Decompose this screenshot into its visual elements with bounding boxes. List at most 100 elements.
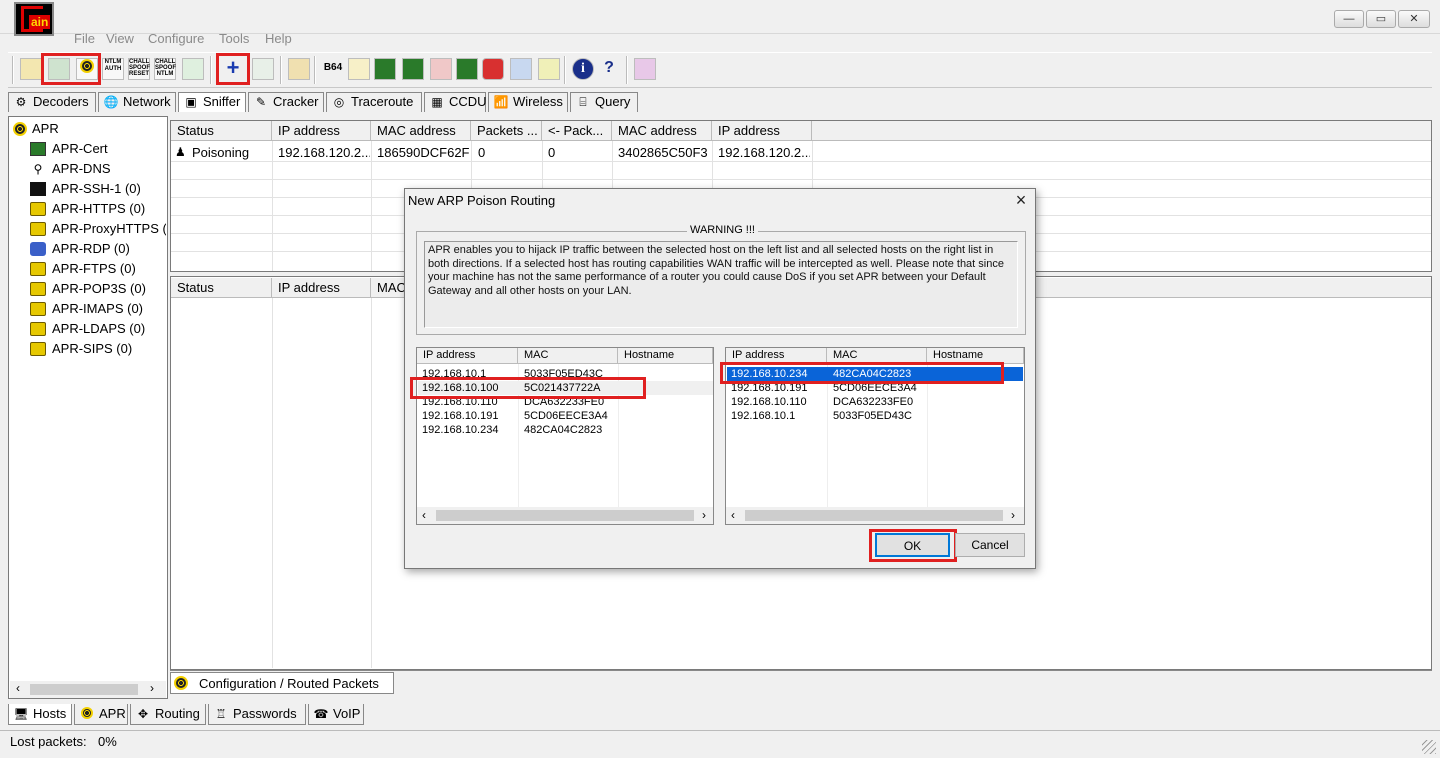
col-packets-out[interactable]: Packets ... bbox=[471, 121, 542, 141]
tab-label: Passwords bbox=[233, 706, 297, 721]
tab-traceroute[interactable]: ◎ Traceroute bbox=[326, 92, 422, 112]
tab-wireless[interactable]: 📶 Wireless bbox=[488, 92, 568, 112]
lock-icon bbox=[30, 322, 46, 336]
left-host-row[interactable]: 192.168.10.234 482CA04C2823 bbox=[418, 423, 713, 437]
tree-root-apr[interactable]: APR bbox=[32, 121, 59, 136]
chall-spoof-ntlm-icon[interactable]: CHALL SPOOF NTLM bbox=[154, 58, 176, 80]
scroll-thumb[interactable] bbox=[30, 684, 138, 695]
highlight-right-selection bbox=[720, 362, 1004, 384]
maximize-button[interactable]: ▭ bbox=[1366, 10, 1396, 28]
delete-icon[interactable] bbox=[252, 58, 274, 80]
menu-configure[interactable]: Configure bbox=[148, 31, 204, 46]
dialog-close-icon[interactable]: × bbox=[1012, 191, 1030, 209]
tab-label: VoIP bbox=[333, 706, 361, 721]
hash-calc-icon[interactable] bbox=[374, 58, 396, 80]
menu-help[interactable]: Help bbox=[265, 31, 292, 46]
tree-item-apr-ftps[interactable]: APR-FTPS (0) bbox=[52, 261, 136, 276]
info-icon[interactable]: i bbox=[572, 58, 594, 80]
scroll-right-icon[interactable]: › bbox=[150, 681, 154, 695]
chall-spoof-reset-icon[interactable]: CHALL SPOOF RESET bbox=[128, 58, 150, 80]
row-status[interactable]: Poisoning bbox=[192, 145, 249, 160]
grid-line bbox=[371, 298, 372, 668]
toolbar-separator bbox=[280, 56, 282, 84]
col-packets-in[interactable]: <- Pack... bbox=[542, 121, 612, 141]
wireless-icon[interactable] bbox=[510, 58, 532, 80]
left-host-row[interactable]: 192.168.10.191 5CD06EECE3A4 bbox=[418, 409, 713, 423]
col-ip-address[interactable]: IP address bbox=[272, 121, 371, 141]
tab-query[interactable]: ⌸ Query bbox=[570, 92, 638, 112]
col-ip-address-2[interactable]: IP address bbox=[712, 121, 812, 141]
tree-item-apr-rdp[interactable]: APR-RDP (0) bbox=[52, 241, 130, 256]
terminal-icon[interactable] bbox=[456, 58, 478, 80]
tab-ccdu[interactable]: ▦ CCDU bbox=[424, 92, 487, 112]
tab-decoders[interactable]: ⚙ Decoders bbox=[8, 92, 96, 112]
base64-icon[interactable]: B64 bbox=[322, 58, 344, 80]
password-icon[interactable] bbox=[538, 58, 560, 80]
query-icon: ⌸ bbox=[579, 95, 587, 109]
col-status[interactable]: Status bbox=[171, 121, 272, 141]
cancel-button[interactable]: Cancel bbox=[955, 533, 1025, 557]
left-col-mac[interactable]: MAC bbox=[518, 348, 618, 364]
tree-item-apr-ssh[interactable]: APR-SSH-1 (0) bbox=[52, 181, 141, 196]
tree-item-apr-https[interactable]: APR-HTTPS (0) bbox=[52, 201, 145, 216]
tree-item-apr-sips[interactable]: APR-SIPS (0) bbox=[52, 341, 132, 356]
row-mac: 5033F05ED43C bbox=[833, 410, 912, 422]
tree-item-apr-proxyhttps[interactable]: APR-ProxyHTTPS (0 bbox=[52, 221, 166, 236]
scroll-left-icon[interactable]: ‹ bbox=[422, 508, 426, 522]
row-ip[interactable]: 192.168.120.2... bbox=[278, 145, 370, 160]
tab-sniffer[interactable]: ▣ Sniffer bbox=[178, 92, 246, 112]
ntlm-auth-icon[interactable]: NTLM AUTH bbox=[102, 58, 124, 80]
tree-item-apr-ldaps[interactable]: APR-LDAPS (0) bbox=[52, 321, 145, 336]
scroll-right-icon[interactable]: › bbox=[702, 508, 706, 522]
tab-voip[interactable]: ☎ VoIP bbox=[308, 704, 364, 725]
tree-item-apr-imaps[interactable]: APR-IMAPS (0) bbox=[52, 301, 143, 316]
close-window-button[interactable]: ✕ bbox=[1398, 10, 1430, 28]
col-mac-address[interactable]: MAC address bbox=[371, 121, 471, 141]
scroll-right-icon[interactable]: › bbox=[1011, 508, 1015, 522]
export-icon[interactable] bbox=[182, 58, 204, 80]
menu-tools[interactable]: Tools bbox=[219, 31, 249, 46]
left-col-hostname[interactable]: Hostname bbox=[618, 348, 713, 364]
row-packets-out[interactable]: 0 bbox=[478, 145, 485, 160]
scroll-left-icon[interactable]: ‹ bbox=[16, 681, 20, 695]
resize-grip-icon[interactable] bbox=[1422, 740, 1436, 754]
help-icon[interactable]: ? bbox=[598, 58, 620, 80]
scroll-left-icon[interactable]: ‹ bbox=[731, 508, 735, 522]
tree-item-apr-dns[interactable]: APR-DNS bbox=[52, 161, 111, 176]
minimize-button[interactable]: — bbox=[1334, 10, 1364, 28]
col-mac-address-2[interactable]: MAC address bbox=[612, 121, 712, 141]
scroll-thumb[interactable] bbox=[745, 510, 1003, 521]
title-bar bbox=[0, 0, 1440, 34]
network-card-icon[interactable] bbox=[482, 58, 504, 80]
left-col-ip[interactable]: IP address bbox=[417, 348, 518, 364]
row-ip-2[interactable]: 192.168.120.2... bbox=[718, 145, 810, 160]
lock-icon bbox=[30, 282, 46, 296]
key-icon[interactable] bbox=[348, 58, 370, 80]
scroll-thumb[interactable] bbox=[436, 510, 694, 521]
tree-item-apr-cert[interactable]: APR-Cert bbox=[52, 141, 108, 156]
menu-file[interactable]: File bbox=[74, 31, 95, 46]
row-mac[interactable]: 186590DCF62F bbox=[377, 145, 470, 160]
lock-icon bbox=[30, 342, 46, 356]
row-packets-in[interactable]: 0 bbox=[548, 145, 555, 160]
tree-item-apr-pop3s[interactable]: APR-POP3S (0) bbox=[52, 281, 146, 296]
tab-passwords[interactable]: ♖ Passwords bbox=[208, 704, 306, 725]
tab-network[interactable]: 🌐 Network bbox=[98, 92, 176, 112]
tab-routing[interactable]: ✥ Routing bbox=[130, 704, 206, 725]
col-status[interactable]: Status bbox=[171, 278, 272, 298]
menu-view[interactable]: View bbox=[106, 31, 134, 46]
open-folder-icon[interactable] bbox=[20, 58, 42, 80]
md5-icon[interactable] bbox=[402, 58, 424, 80]
right-host-row[interactable]: 192.168.10.1 5033F05ED43C bbox=[727, 409, 1023, 423]
tab-apr[interactable]: APR bbox=[74, 704, 128, 725]
exit-icon[interactable] bbox=[634, 58, 656, 80]
right-host-row[interactable]: 192.168.10.110 DCA632233FE0 bbox=[727, 395, 1023, 409]
voip-icon: ☎ bbox=[313, 707, 329, 721]
tab-hosts[interactable]: 🖥 Hosts bbox=[8, 704, 72, 725]
col-ip-address[interactable]: IP address bbox=[272, 278, 371, 298]
row-mac-2[interactable]: 3402865C50F3 bbox=[618, 145, 708, 160]
tab-cracker[interactable]: ✎ Cracker bbox=[248, 92, 324, 112]
grid-line bbox=[171, 161, 1431, 162]
decoder-icon[interactable] bbox=[430, 58, 452, 80]
certificate-icon[interactable] bbox=[288, 58, 310, 80]
